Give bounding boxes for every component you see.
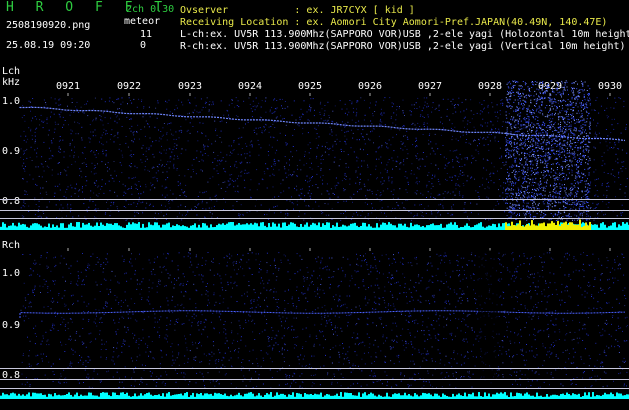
lch-grid-line-1 [0,199,629,200]
rch-panel [19,248,628,389]
lch-grid-line-2 [0,210,629,211]
rch-grid-line-2 [0,379,629,380]
spectrogram [0,80,629,399]
rch-dark-band [478,250,498,398]
rch-grid-line-1 [0,368,629,369]
rch-grid-line-3 [0,388,629,389]
lch-grid-line-3 [0,218,629,219]
rch-carrier-trace [19,310,626,318]
